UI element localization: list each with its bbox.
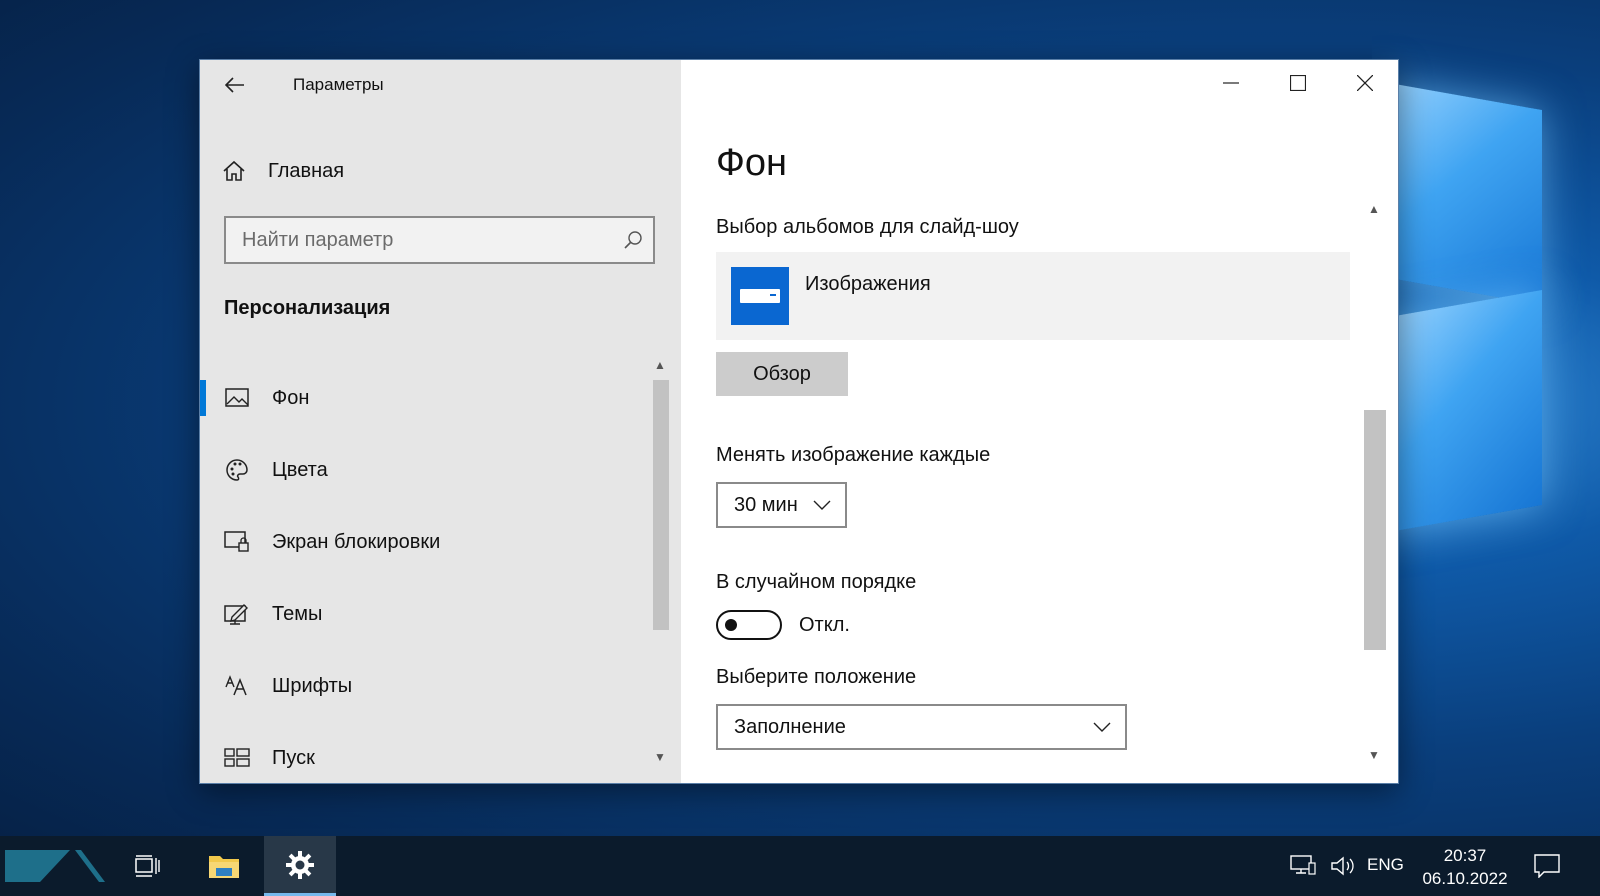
- scroll-up-icon[interactable]: ▲: [654, 358, 666, 372]
- fit-dropdown[interactable]: Заполнение: [716, 704, 1127, 750]
- desktop-windows-logo: [1372, 0, 1600, 820]
- interval-value: 30 мин: [734, 493, 798, 516]
- browse-button[interactable]: Обзор: [716, 352, 848, 396]
- sidebar-item-label: Шрифты: [272, 674, 353, 697]
- scroll-down-icon[interactable]: ▼: [654, 750, 666, 764]
- settings-taskbar-button[interactable]: [264, 836, 336, 896]
- shuffle-row: Откл.: [716, 610, 850, 640]
- album-item[interactable]: Изображения: [716, 252, 1350, 340]
- start-logo-icon: [5, 850, 105, 882]
- pictures-folder-icon: [731, 267, 789, 325]
- chevron-down-icon: [813, 500, 831, 510]
- close-button[interactable]: [1331, 60, 1398, 106]
- chevron-down-icon: [1093, 722, 1111, 732]
- sidebar-item-themes[interactable]: Темы: [200, 578, 650, 650]
- maximize-icon: [1289, 75, 1306, 91]
- home-icon: [223, 160, 245, 181]
- taskbar: ENG 20:37 06.10.2022: [0, 836, 1600, 896]
- sidebar-nav: Фон Цвета Экран блокировки Темы Шрифты П…: [200, 362, 650, 794]
- picture-icon: [224, 385, 250, 411]
- section-title: Персонализация: [224, 297, 391, 319]
- scroll-up-icon[interactable]: ▲: [1368, 202, 1380, 216]
- minimize-icon: [1222, 82, 1239, 84]
- sidebar-item-lock-screen[interactable]: Экран блокировки: [200, 506, 650, 578]
- home-link[interactable]: Главная: [222, 156, 344, 186]
- clock[interactable]: 20:37 06.10.2022: [1420, 844, 1510, 890]
- search-icon[interactable]: [623, 230, 643, 250]
- file-explorer-button[interactable]: [188, 836, 260, 896]
- shuffle-toggle[interactable]: [716, 610, 782, 640]
- content-pane: Фон Выбор альбомов для слайд-шоу Изображ…: [681, 60, 1398, 783]
- interval-dropdown[interactable]: 30 мин: [716, 482, 847, 528]
- notification-icon: [1534, 854, 1560, 878]
- toggle-knob: [725, 619, 737, 631]
- sidebar-item-fonts[interactable]: Шрифты: [200, 650, 650, 722]
- volume-icon: [1331, 856, 1354, 876]
- start-icon: [224, 745, 250, 771]
- sidebar: Параметры Главная Персонализация Фон Цве…: [200, 60, 681, 783]
- task-view-icon: [135, 855, 160, 877]
- interval-label: Менять изображение каждые: [716, 444, 991, 466]
- minimize-button[interactable]: [1197, 60, 1264, 106]
- settings-window: Параметры Главная Персонализация Фон Цве…: [199, 59, 1399, 784]
- lock-screen-icon: [224, 529, 250, 555]
- folder-icon: [209, 856, 239, 878]
- sidebar-item-colors[interactable]: Цвета: [200, 434, 650, 506]
- clock-time: 20:37: [1443, 846, 1487, 865]
- network-tray[interactable]: [1290, 836, 1316, 896]
- sidebar-scrollbar[interactable]: ▲ ▼: [650, 358, 672, 768]
- scroll-down-icon[interactable]: ▼: [1368, 748, 1380, 762]
- sidebar-item-label: Экран блокировки: [272, 530, 441, 553]
- themes-icon: [224, 601, 250, 627]
- network-icon: [1290, 855, 1316, 875]
- shuffle-state: Откл.: [799, 613, 850, 636]
- album-name: Изображения: [805, 273, 931, 295]
- app-title: Параметры: [293, 75, 384, 94]
- close-icon: [1356, 75, 1373, 91]
- album-label: Выбор альбомов для слайд-шоу: [716, 216, 1019, 238]
- sidebar-item-start[interactable]: Пуск: [200, 722, 650, 794]
- fit-value: Заполнение: [734, 715, 846, 738]
- window-controls: [1197, 60, 1398, 106]
- sidebar-item-background[interactable]: Фон: [200, 362, 650, 434]
- page-title: Фон: [716, 142, 788, 184]
- clock-date: 06.10.2022: [1422, 869, 1508, 888]
- task-view-button[interactable]: [112, 836, 184, 896]
- content-scroll-thumb[interactable]: [1364, 410, 1386, 650]
- sidebar-item-label: Цвета: [272, 458, 328, 481]
- volume-tray[interactable]: [1330, 836, 1356, 896]
- back-arrow-icon: [225, 77, 244, 93]
- search-box[interactable]: [224, 216, 655, 264]
- sidebar-item-label: Темы: [272, 602, 323, 625]
- back-button[interactable]: [218, 70, 252, 100]
- palette-icon: [224, 457, 250, 483]
- shuffle-label: В случайном порядке: [716, 571, 917, 593]
- sidebar-item-label: Фон: [272, 386, 310, 409]
- fit-label: Выберите положение: [716, 666, 917, 688]
- content-scrollbar[interactable]: ▲ ▼: [1364, 200, 1386, 770]
- gear-icon: [286, 850, 314, 879]
- search-input[interactable]: [226, 218, 606, 262]
- action-center-button[interactable]: [1534, 836, 1560, 896]
- start-button[interactable]: [5, 850, 105, 882]
- sidebar-item-label: Пуск: [272, 746, 315, 769]
- sidebar-scroll-thumb[interactable]: [653, 380, 669, 630]
- maximize-button[interactable]: [1264, 60, 1331, 106]
- language-indicator[interactable]: ENG: [1367, 855, 1404, 875]
- fonts-icon: [224, 673, 250, 699]
- home-label: Главная: [268, 159, 345, 182]
